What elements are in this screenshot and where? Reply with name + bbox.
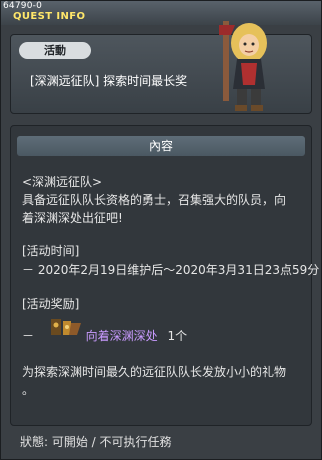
content-line-2: 具备远征队队长资格的勇士，召集强大的队员，向 <box>22 193 287 207</box>
reward-count: 1个 <box>167 329 188 343</box>
reward-description-line-1: 为探索深渊时间最久的远征队队长发放小小的礼物 <box>22 365 287 379</box>
quest-info-window: 64790-0 QUEST INFO 活動 [深渊远征队] 探索时间最长奖 內容… <box>0 0 322 460</box>
quest-id: 64790-0 <box>3 1 43 11</box>
reward-description-line-2: 。 <box>22 383 35 397</box>
event-time-value: － 2020年2月19日维护后～2020年3月31日23点59分 <box>22 263 320 277</box>
event-reward-label: [活动奖励] <box>22 297 80 311</box>
event-badge: 活動 <box>19 42 91 59</box>
npc-portrait-icon <box>219 21 267 111</box>
reward-dash: － <box>22 329 35 343</box>
content-line-3: 着深渊深处出征吧! <box>22 211 123 225</box>
window-title: QUEST INFO <box>13 11 86 22</box>
reward-item-name[interactable]: 向着深渊深处 <box>86 329 158 343</box>
content-section-title: 內容 <box>17 136 305 156</box>
content-line-1: <深渊远征队> <box>22 175 103 189</box>
reward-item-icon[interactable] <box>49 315 83 337</box>
reward-row: － 向着深渊深处 1个 <box>22 327 187 344</box>
event-time-label: [活动时间] <box>22 244 80 258</box>
quest-status: 狀態: 可開始 / 不可执行任務 <box>20 435 172 449</box>
quest-name: [深渊远征队] 探索时间最长奖 <box>30 74 188 88</box>
